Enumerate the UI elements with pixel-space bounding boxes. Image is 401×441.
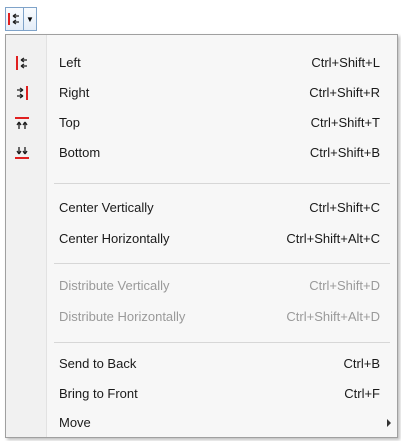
menu-item-top[interactable]: Top Ctrl+Shift+T (6, 108, 397, 138)
menu-item-label: Center Vertically (59, 200, 154, 215)
align-right-icon (14, 85, 30, 101)
menu-separator (54, 263, 390, 264)
align-top-icon (14, 115, 30, 131)
menu-item-distribute-vertically: Distribute Vertically Ctrl+Shift+D (6, 271, 397, 301)
menu-item-shortcut: Ctrl+Shift+Alt+C (286, 231, 380, 246)
menu-item-bring-to-front[interactable]: Bring to Front Ctrl+F (6, 379, 397, 409)
menu-item-label: Bring to Front (59, 386, 138, 401)
submenu-arrow-icon (387, 419, 391, 427)
menu-item-label: Move (59, 415, 91, 430)
menu-item-label: Top (59, 115, 80, 130)
menu-separator (54, 342, 390, 343)
align-split-button[interactable]: ▼ (5, 7, 37, 31)
menu-item-shortcut: Ctrl+Shift+B (309, 145, 380, 160)
menu-item-shortcut: Ctrl+Shift+D (309, 278, 380, 293)
menu-item-shortcut: Ctrl+Shift+Alt+D (286, 309, 380, 324)
menu-item-label: Center Horizontally (59, 231, 170, 246)
menu-item-label: Bottom (59, 145, 101, 160)
menu-item-label: Left (59, 55, 81, 70)
align-left-icon[interactable] (6, 8, 23, 30)
menu-item-shortcut: Ctrl+B (343, 356, 380, 371)
menu-item-left[interactable]: Left Ctrl+Shift+L (6, 48, 397, 78)
menu-item-distribute-horizontally: Distribute Horizontally Ctrl+Shift+Alt+D (6, 302, 397, 332)
align-menu: Left Ctrl+Shift+L Right Ctrl+Shift+R Top… (5, 34, 398, 438)
menu-item-shortcut: Ctrl+F (344, 386, 380, 401)
menu-separator (54, 183, 390, 184)
menu-item-shortcut: Ctrl+Shift+L (311, 55, 380, 70)
align-bottom-icon (14, 145, 30, 161)
chevron-down-icon[interactable]: ▼ (22, 8, 36, 30)
menu-item-move[interactable]: Move (6, 408, 397, 438)
menu-item-label: Right (59, 85, 90, 100)
menu-item-label: Distribute Vertically (59, 278, 170, 293)
menu-item-label: Send to Back (59, 356, 137, 371)
menu-item-shortcut: Ctrl+Shift+T (310, 115, 380, 130)
menu-item-center-vertically[interactable]: Center Vertically Ctrl+Shift+C (6, 193, 397, 223)
menu-item-send-to-back[interactable]: Send to Back Ctrl+B (6, 349, 397, 379)
menu-item-center-horizontally[interactable]: Center Horizontally Ctrl+Shift+Alt+C (6, 224, 397, 254)
menu-item-bottom[interactable]: Bottom Ctrl+Shift+B (6, 138, 397, 168)
align-left-icon (14, 55, 30, 71)
menu-item-shortcut: Ctrl+Shift+R (309, 85, 380, 100)
menu-item-label: Distribute Horizontally (59, 309, 186, 324)
menu-item-right[interactable]: Right Ctrl+Shift+R (6, 78, 397, 108)
menu-item-shortcut: Ctrl+Shift+C (309, 200, 380, 215)
